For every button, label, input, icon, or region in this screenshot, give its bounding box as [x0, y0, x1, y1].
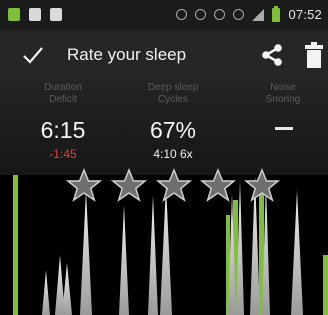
bluetooth-icon [195, 9, 207, 20]
sleep-rating-stars [64, 168, 284, 206]
page-title: Rate your sleep [67, 45, 187, 64]
rating-star-1[interactable] [66, 168, 102, 204]
rating-star-3[interactable] [156, 168, 192, 204]
status-bar: 07:52 [0, 0, 328, 30]
cycles-value: 4:10 6x [153, 147, 193, 161]
gallery-icon [29, 8, 41, 21]
deep-sleep-value: 67% [149, 117, 197, 143]
activity-bar [323, 255, 328, 315]
done-check-icon[interactable] [22, 44, 44, 66]
wifi-icon [233, 9, 245, 20]
action-bar: Rate your sleep [0, 30, 328, 80]
status-time: 07:52 [288, 7, 322, 22]
rating-star-2[interactable] [111, 168, 147, 204]
delete-trash-icon[interactable] [305, 42, 323, 68]
noise-value-dash [275, 127, 293, 130]
signal-icon [252, 8, 265, 21]
share-icon[interactable] [260, 43, 284, 67]
notification-icon [8, 8, 20, 21]
camera-icon [50, 8, 62, 21]
duration-label: Duration Deficit [44, 82, 82, 105]
deep-sleep-label: Deep sleep Cycles [147, 82, 199, 105]
rating-star-5[interactable] [244, 168, 280, 204]
activity-bar [13, 175, 18, 315]
rating-star-4[interactable] [200, 168, 236, 204]
alarm-icon [214, 9, 226, 20]
battery-icon [272, 5, 281, 22]
noise-label: Noise Snoring [265, 82, 301, 105]
deficit-value: -1:45 [49, 147, 77, 161]
duration-value: 6:15 [40, 117, 86, 143]
nfc-icon [176, 9, 188, 20]
